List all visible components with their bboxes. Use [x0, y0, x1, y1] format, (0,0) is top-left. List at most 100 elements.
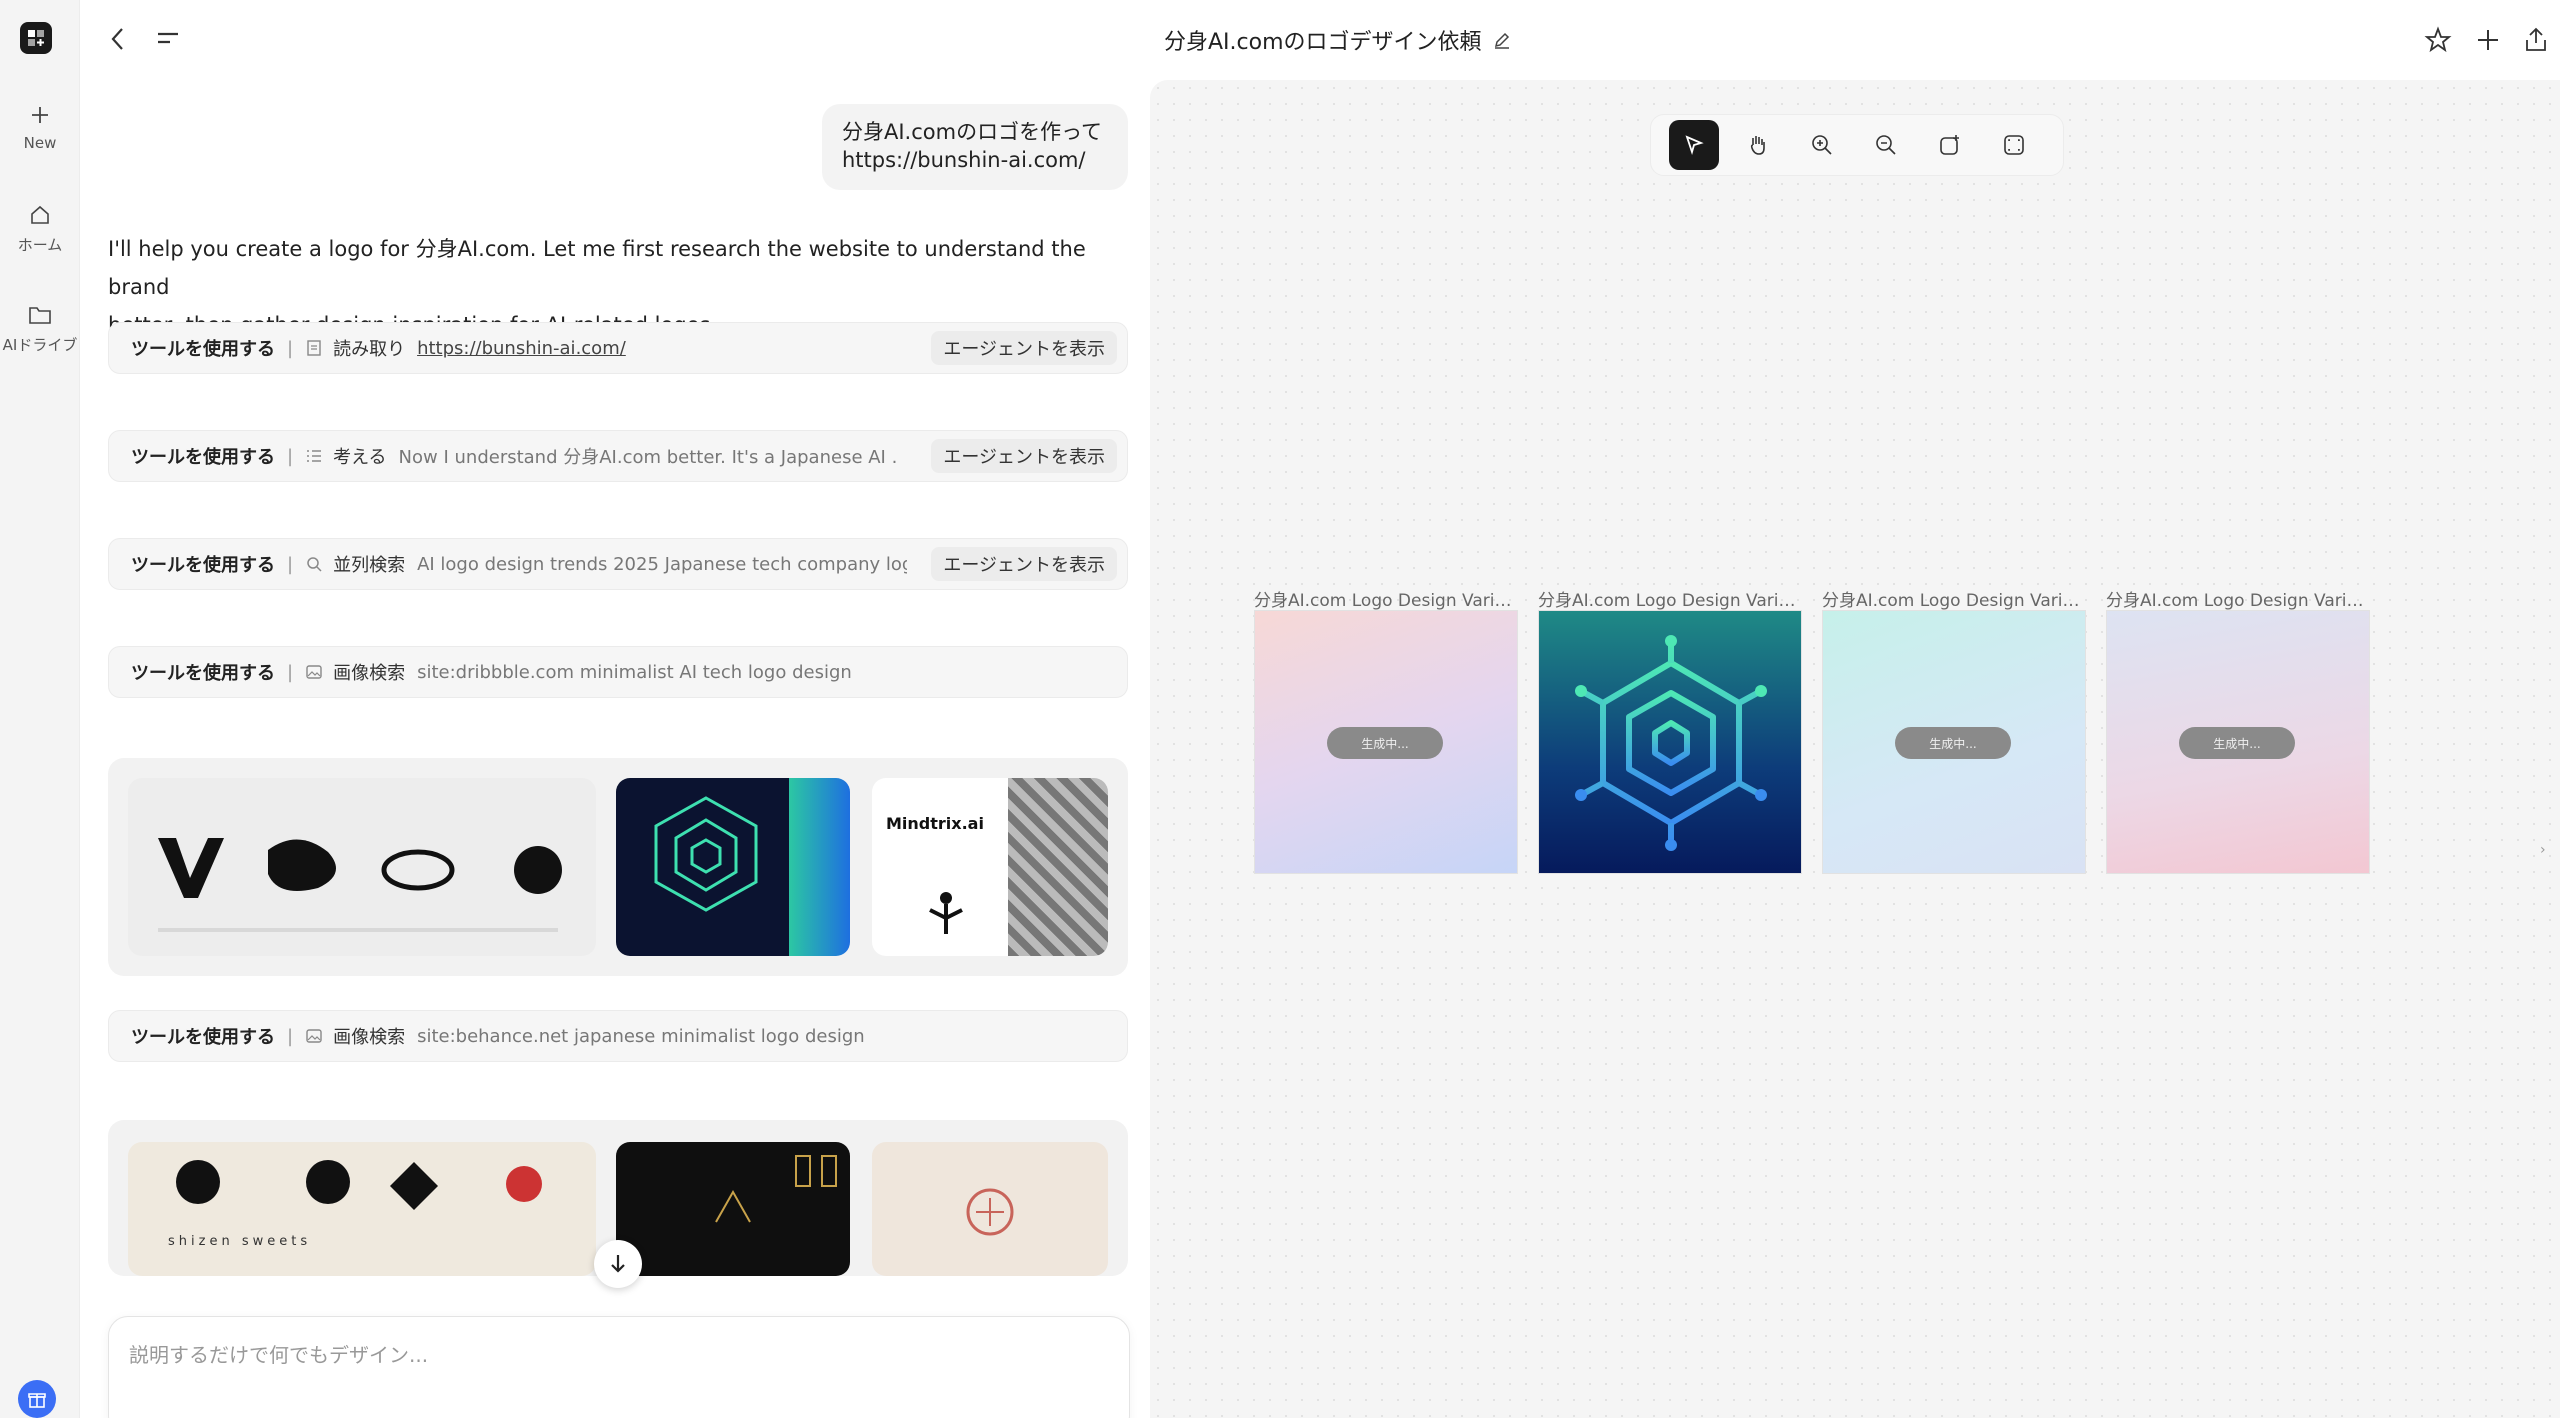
- shizen-text: shizen sweets: [168, 1234, 312, 1249]
- tool-row-read[interactable]: ツールを使用する | 読み取り https://bunshin-ai.com/ …: [108, 322, 1128, 374]
- tool-row-image-search-2[interactable]: ツールを使用する | 画像検索 site:behance.net japanes…: [108, 1010, 1128, 1062]
- tool-detail: Now I understand 分身AI.com better. It's a…: [398, 447, 899, 468]
- plus-icon: [2478, 30, 2498, 50]
- home-label: ホーム: [17, 236, 63, 254]
- card-title-2: 分身AI.com Logo Design Variation 2: [1538, 591, 1804, 611]
- tool-action: 画像検索: [333, 663, 406, 684]
- card-title-4: 分身AI.com Logo Design Variation 4: [2106, 591, 2372, 611]
- hand-tool[interactable]: [1733, 120, 1783, 170]
- hexagon-circuit-logo-icon: [1575, 635, 1767, 851]
- share-button[interactable]: [2522, 26, 2550, 54]
- tool-detail: site:dribbble.com minimalist AI tech log…: [417, 661, 852, 683]
- new-label: New: [23, 134, 57, 152]
- image-results-1: Mindtrix.ai: [108, 758, 1128, 976]
- image-result-shizen[interactable]: shizen sweets: [128, 1142, 596, 1276]
- fit-view-tool[interactable]: [1989, 120, 2039, 170]
- edit-icon[interactable]: [1492, 30, 1512, 50]
- left-rail: New ホーム AIドライブ: [0, 0, 80, 1418]
- tool-use-label: ツールを使用する: [131, 1027, 275, 1048]
- folder-icon: [29, 307, 51, 324]
- zoom-out-tool[interactable]: [1861, 120, 1911, 170]
- star-button[interactable]: [2424, 26, 2452, 54]
- logo-card-4[interactable]: 生成中...: [2106, 610, 2370, 874]
- add-button[interactable]: [2474, 26, 2502, 54]
- zoom-out-icon: [1876, 135, 1896, 155]
- user-message-line2: https://bunshin-ai.com/: [842, 148, 1086, 172]
- gift-button[interactable]: [18, 1380, 56, 1418]
- tool-row-think[interactable]: ツールを使用する | 考える Now I understand 分身AI.com…: [108, 430, 1128, 482]
- add-frame-icon: [1940, 135, 1959, 155]
- ai-drive-label: AIドライブ: [2, 336, 78, 354]
- back-button[interactable]: [106, 26, 130, 56]
- prompt-input[interactable]: 説明するだけで何でもデザイン...: [108, 1316, 1130, 1418]
- tool-detail-link[interactable]: https://bunshin-ai.com/: [417, 338, 626, 359]
- image-icon: [305, 663, 323, 681]
- view-agent-button[interactable]: エージェントを表示: [931, 331, 1117, 365]
- mindtrix-text: Mindtrix.ai: [886, 814, 984, 833]
- tool-action: 画像検索: [333, 1027, 406, 1048]
- list-icon: [305, 447, 323, 465]
- menu-button[interactable]: [156, 28, 180, 52]
- app-logo-icon[interactable]: [20, 22, 52, 54]
- tool-action: 並列検索: [333, 555, 406, 576]
- image-icon: [305, 1027, 323, 1045]
- gift-icon: [28, 1393, 46, 1408]
- home-button[interactable]: ホーム: [0, 204, 80, 255]
- view-agent-button[interactable]: エージェントを表示: [931, 439, 1117, 473]
- user-message: 分身AI.comのロゴを作って https://bunshin-ai.com/: [822, 104, 1128, 190]
- logo-card-3[interactable]: 生成中...: [1822, 610, 2086, 874]
- logo-card-1[interactable]: 生成中...: [1254, 610, 1518, 874]
- new-button[interactable]: New: [0, 104, 80, 152]
- assistant-line1: I'll help you create a logo for 分身AI.com…: [108, 237, 1086, 299]
- home-icon: [31, 205, 49, 224]
- tool-use-label: ツールを使用する: [131, 447, 275, 468]
- ai-drive-button[interactable]: AIドライブ: [0, 304, 80, 355]
- card-title-3: 分身AI.com Logo Design Variation 3: [1822, 591, 2088, 611]
- divider: |: [287, 445, 294, 467]
- panel-collapse-handle[interactable]: ›: [2540, 842, 2546, 858]
- select-tool[interactable]: [1669, 120, 1719, 170]
- image-result-mindtrix[interactable]: Mindtrix.ai: [872, 778, 1108, 956]
- zoom-in-tool[interactable]: [1797, 120, 1847, 170]
- image-result-lantern[interactable]: [616, 1142, 850, 1276]
- image-result-circle-emblem[interactable]: [872, 1142, 1108, 1276]
- title-area: 分身AI.comのロゴデザイン依頼: [1164, 24, 1512, 56]
- hand-icon: [1750, 136, 1765, 155]
- generating-badge: 生成中...: [1895, 727, 2011, 759]
- zoom-in-icon: [1812, 135, 1832, 155]
- image-result-hex-logo[interactable]: [616, 778, 850, 956]
- page-title: 分身AI.comのロゴデザイン依頼: [1164, 30, 1482, 55]
- user-message-line1: 分身AI.comのロゴを作って: [842, 120, 1103, 144]
- tool-action: 読み取り: [333, 339, 406, 360]
- tool-action: 考える: [333, 447, 387, 468]
- search-icon: [305, 555, 323, 573]
- divider: |: [287, 553, 294, 575]
- add-frame-tool[interactable]: [1925, 120, 1975, 170]
- arrow-down-icon: [611, 1255, 625, 1273]
- divider: |: [287, 337, 294, 359]
- divider: |: [287, 1025, 294, 1047]
- star-icon: [2424, 26, 2452, 53]
- scroll-down-button[interactable]: [594, 1240, 642, 1288]
- tool-row-search[interactable]: ツールを使用する | 並列検索 AI logo design trends 20…: [108, 538, 1128, 590]
- tool-use-label: ツールを使用する: [131, 663, 275, 684]
- tool-row-image-search-1[interactable]: ツールを使用する | 画像検索 site:dribbble.com minima…: [108, 646, 1128, 698]
- fit-view-icon: [2004, 135, 2024, 155]
- menu-icon: [158, 32, 178, 44]
- chevron-left-icon: [111, 28, 123, 50]
- tool-use-label: ツールを使用する: [131, 555, 275, 576]
- document-icon: [305, 339, 323, 357]
- generating-badge: 生成中...: [1327, 727, 1443, 759]
- divider: |: [287, 661, 294, 683]
- image-result-logos-grid[interactable]: [128, 778, 596, 956]
- view-agent-button[interactable]: エージェントを表示: [931, 547, 1117, 581]
- tool-detail: site:behance.net japanese minimalist log…: [417, 1025, 865, 1047]
- generating-badge: 生成中...: [2179, 727, 2295, 759]
- card-title-1: 分身AI.com Logo Design Variation 1: [1254, 591, 1520, 611]
- tool-detail: AI logo design trends 2025 Japanese tech…: [417, 553, 908, 575]
- logo-card-2[interactable]: [1538, 610, 1802, 874]
- plus-icon: [32, 107, 48, 123]
- tool-use-label: ツールを使用する: [131, 339, 275, 360]
- prompt-placeholder: 説明するだけで何でもデザイン...: [129, 1343, 429, 1367]
- share-icon: [2526, 27, 2546, 51]
